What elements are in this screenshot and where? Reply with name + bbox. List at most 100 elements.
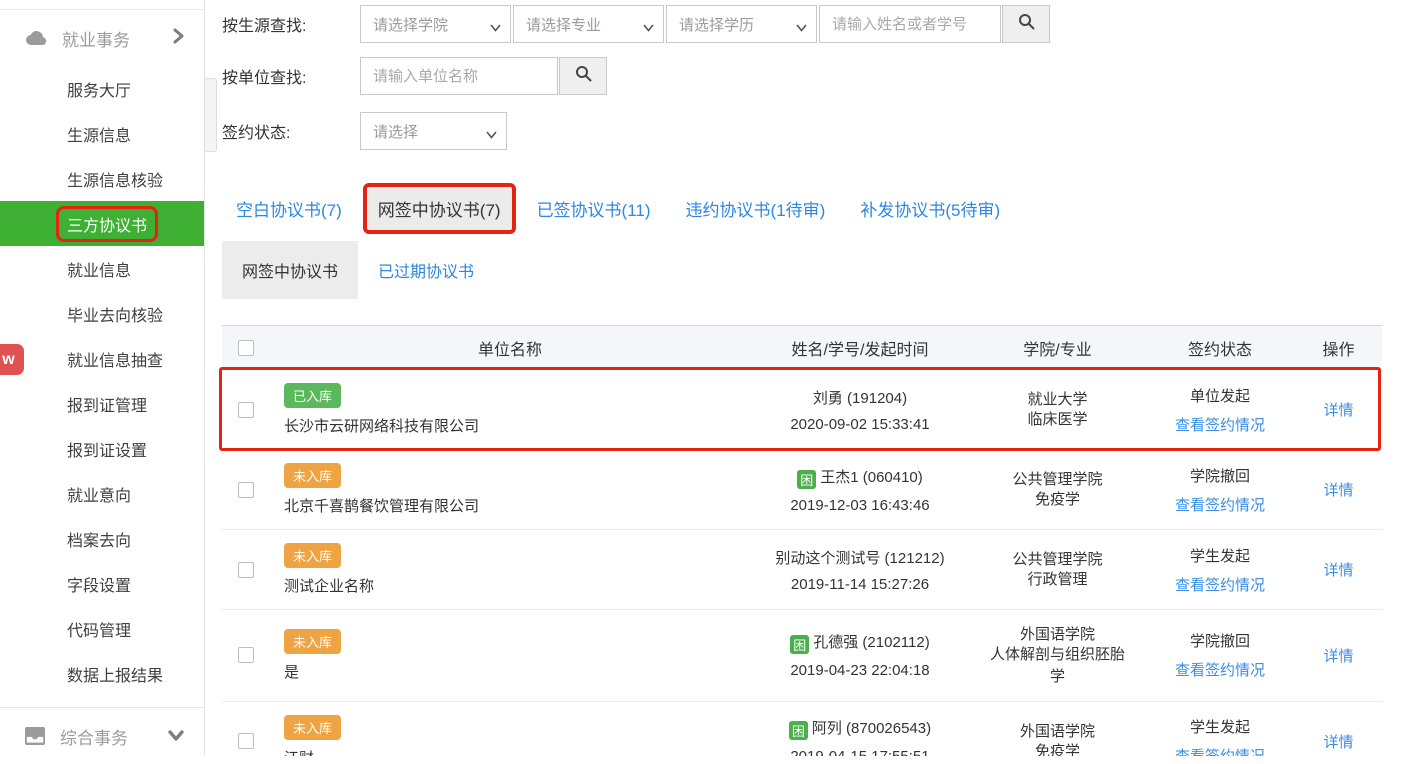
search-icon <box>575 65 592 87</box>
tab-4[interactable]: 违约协议书(1待审) <box>672 184 840 233</box>
details-link[interactable]: 详情 <box>1323 482 1353 499</box>
notification-badge: w <box>0 344 24 375</box>
row-checkbox[interactable] <box>238 647 254 663</box>
college-name: 公共管理学院 <box>970 468 1145 489</box>
header-name: 姓名/学号/发起时间 <box>750 336 970 360</box>
company-cell: 未入库北京千喜鹊餐饮管理有限公司 <box>270 463 750 516</box>
company-name: 是 <box>284 661 750 682</box>
company-cell: 已入库长沙市云研网络科技有限公司 <box>270 383 750 436</box>
sidebar-section-employment[interactable]: 就业事务 <box>0 10 204 66</box>
sidebar-item-label: 就业信息抽查 <box>67 347 163 371</box>
degree-select[interactable]: 请选择学历 <box>666 5 817 43</box>
chevron-down-icon <box>168 726 184 746</box>
row-checkbox-cell <box>222 482 270 498</box>
view-signing-link[interactable]: 查看签约情况 <box>1175 417 1265 434</box>
sidebar-item-label: 字段设置 <box>67 572 131 596</box>
tab-2[interactable]: 网签中协议书(7) <box>363 183 516 234</box>
agreement-tabs: 空白协议书(7)网签中协议书(7)已签协议书(11)违约协议书(1待审)补发协议… <box>222 183 1415 234</box>
company-cell: 未入库测试企业名称 <box>270 543 750 596</box>
status-cell: 学院撤回查看签约情况 <box>1145 630 1295 680</box>
sidebar-item-11[interactable]: 档案去向 <box>0 516 204 561</box>
subtab-2[interactable]: 已过期协议书 <box>358 241 494 299</box>
student-keyword-input[interactable] <box>819 5 1001 43</box>
select-all-checkbox[interactable] <box>238 340 254 356</box>
sidebar-item-4[interactable]: 三方协议书 <box>0 201 204 246</box>
row-checkbox-cell <box>222 647 270 663</box>
details-link[interactable]: 详情 <box>1323 402 1353 419</box>
header-company: 单位名称 <box>270 336 750 360</box>
sidebar-item-12[interactable]: 字段设置 <box>0 561 204 606</box>
unit-keyword-input[interactable] <box>360 57 558 95</box>
details-link[interactable]: 详情 <box>1323 734 1353 751</box>
sidebar-item-label: 报到证管理 <box>67 392 147 416</box>
details-link[interactable]: 详情 <box>1323 648 1353 665</box>
filter-row-status: 签约状态: 请选择 <box>222 112 1415 150</box>
view-signing-link[interactable]: 查看签约情况 <box>1175 577 1265 594</box>
view-signing-link[interactable]: 查看签约情况 <box>1175 662 1265 679</box>
initiated-time: 2019-11-14 15:27:26 <box>750 576 970 593</box>
sidebar-scrollbar-thumb[interactable] <box>204 78 217 152</box>
sidebar: 就业事务 服务大厅生源信息生源信息核验三方协议书就业信息毕业去向核验就业信息抽查… <box>0 0 205 756</box>
sidebar-item-13[interactable]: 代码管理 <box>0 606 204 651</box>
sidebar-item-5[interactable]: 就业信息 <box>0 246 204 291</box>
agreements-table: 单位名称 姓名/学号/发起时间 学院/专业 签约状态 操作 已入库长沙市云研网络… <box>222 325 1382 756</box>
sidebar-item-9[interactable]: 报到证设置 <box>0 426 204 471</box>
sidebar-item-6[interactable]: 毕业去向核验 <box>0 291 204 336</box>
poverty-tag-badge: 困 <box>789 721 808 740</box>
tab-3[interactable]: 已签协议书(11) <box>523 184 665 233</box>
sidebar-item-3[interactable]: 生源信息核验 <box>0 156 204 201</box>
student-name-line: 刘勇 (191204) <box>750 387 970 408</box>
unit-filter-label: 按单位查找: <box>222 64 360 88</box>
header-action: 操作 <box>1295 336 1382 360</box>
table-row: 已入库长沙市云研网络科技有限公司刘勇 (191204)2020-09-02 15… <box>222 370 1382 450</box>
college-name: 公共管理学院 <box>970 548 1145 569</box>
student-name: 阿列 (870026543) <box>812 720 931 737</box>
student-name-line: 困阿列 (870026543) <box>750 717 970 740</box>
student-cell: 别动这个测试号 (121212) 2019-11-14 15:27:26 <box>750 547 970 593</box>
college-name: 外国语学院 <box>970 623 1145 644</box>
details-link[interactable]: 详情 <box>1323 562 1353 579</box>
sidebar-item-8[interactable]: 报到证管理 <box>0 381 204 426</box>
box-icon <box>25 727 45 745</box>
sidebar-item-1[interactable]: 服务大厅 <box>0 66 204 111</box>
tab-1[interactable]: 空白协议书(7) <box>222 184 356 233</box>
student-cell: 刘勇 (191204)2020-09-02 15:33:41 <box>750 387 970 433</box>
row-checkbox[interactable] <box>238 482 254 498</box>
sidebar-item-label: 就业信息 <box>67 257 131 281</box>
unit-search-button[interactable] <box>559 57 607 95</box>
action-cell: 详情 <box>1295 559 1382 580</box>
subtab-1[interactable]: 网签中协议书 <box>222 241 358 299</box>
sidebar-item-14[interactable]: 数据上报结果 <box>0 651 204 696</box>
sidebar-item-7[interactable]: 就业信息抽查 <box>0 336 204 381</box>
table-header-row: 单位名称 姓名/学号/发起时间 学院/专业 签约状态 操作 <box>222 326 1382 370</box>
row-checkbox[interactable] <box>238 733 254 749</box>
student-cell: 困孔德强 (2102112)2019-04-23 22:04:18 <box>750 631 970 679</box>
student-name-line: 困王杰1 (060410) <box>750 466 970 489</box>
student-name: 别动这个测试号 (121212) <box>775 550 944 567</box>
row-checkbox[interactable] <box>238 562 254 578</box>
student-search-button[interactable] <box>1002 5 1050 43</box>
stock-status-badge: 已入库 <box>284 383 341 408</box>
action-cell: 详情 <box>1295 399 1382 420</box>
table-row: 未入库测试企业名称 别动这个测试号 (121212) 2019-11-14 15:2… <box>222 530 1382 610</box>
college-select[interactable]: 请选择学院 <box>360 5 511 43</box>
sidebar-item-10[interactable]: 就业意向 <box>0 471 204 516</box>
status-select[interactable]: 请选择 <box>360 112 507 150</box>
major-name: 临床医学 <box>984 409 1132 431</box>
view-signing-link[interactable]: 查看签约情况 <box>1175 748 1265 756</box>
row-checkbox[interactable] <box>238 402 254 418</box>
agreement-subtabs: 网签中协议书已过期协议书 <box>222 241 1415 299</box>
search-icon <box>1018 13 1035 35</box>
caret-down-icon <box>643 19 654 36</box>
view-signing-link[interactable]: 查看签约情况 <box>1175 497 1265 514</box>
college-cell: 公共管理学院行政管理 <box>970 548 1145 591</box>
sidebar-item-label: 毕业去向核验 <box>67 302 163 326</box>
status-cell: 学院撤回查看签约情况 <box>1145 465 1295 515</box>
header-status: 签约状态 <box>1145 336 1295 360</box>
caret-down-icon <box>490 19 501 36</box>
company-cell: 未入库是 <box>270 629 750 682</box>
poverty-tag-badge: 困 <box>790 635 809 654</box>
tab-5[interactable]: 补发协议书(5待审) <box>846 184 1014 233</box>
sidebar-item-2[interactable]: 生源信息 <box>0 111 204 156</box>
major-select[interactable]: 请选择专业 <box>513 5 664 43</box>
